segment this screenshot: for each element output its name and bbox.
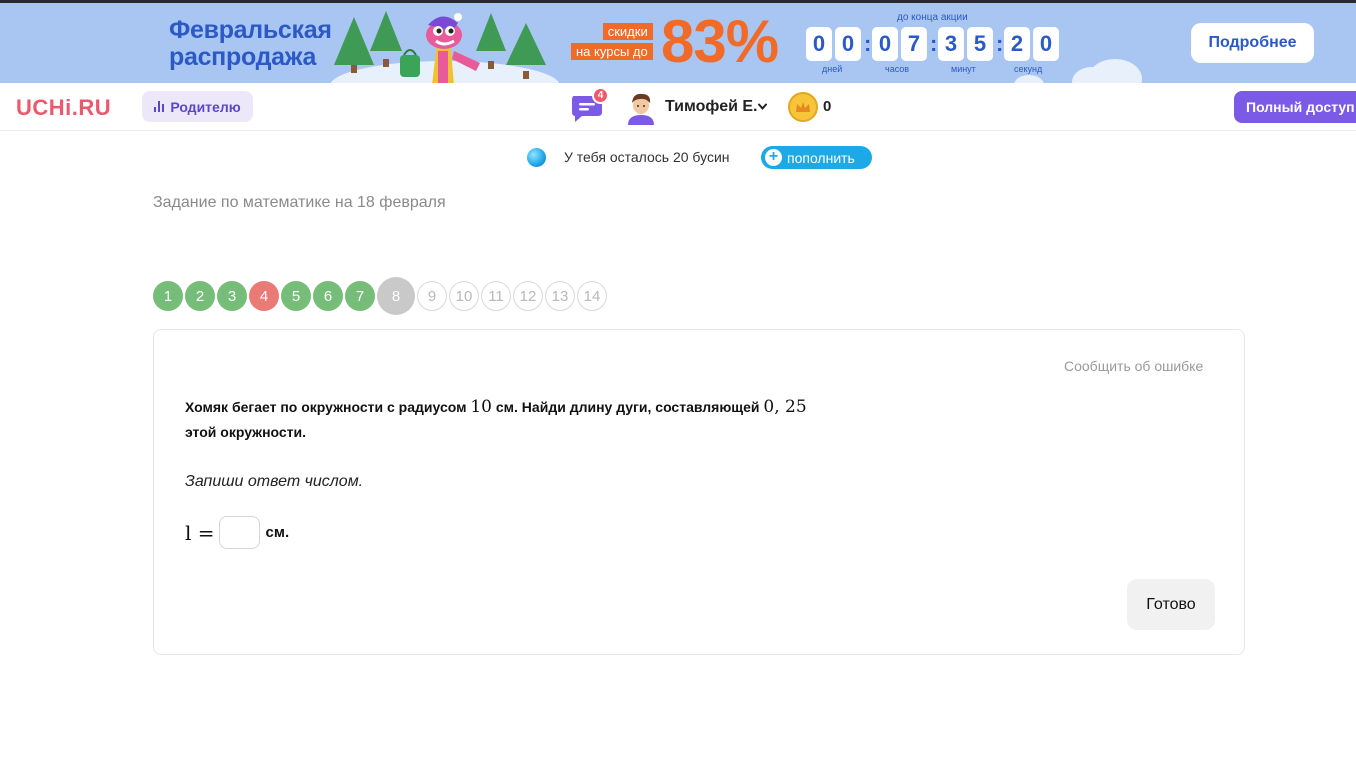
coin-count: 0 [823,98,832,115]
question-text: Хомяк бегает по окружности с радиусом 10… [185,395,885,445]
step-5[interactable]: 5 [281,281,311,311]
timer-digit: 0 [872,27,898,61]
answer-hint: Запиши ответ числом. [185,473,364,490]
timer-unit-minutes: минут [951,64,976,74]
christmas-tree-icon [506,23,546,79]
timer-digit: 0 [835,27,861,61]
timer-colon: : [996,31,1004,56]
step-11[interactable]: 11 [481,281,511,311]
user-name[interactable]: Тимофей Е. [665,98,757,116]
timer-digit: 7 [901,27,927,61]
step-2[interactable]: 2 [185,281,215,311]
beads-remaining-text: У тебя осталось 20 бусин [564,149,730,165]
timer-unit-days: дней [822,64,843,74]
banner-title-line1: Февральская [169,16,332,44]
christmas-tree-icon [334,17,374,73]
parent-button-label: Родителю [170,98,241,115]
banner-title-line2: распродажа [169,43,317,71]
task-steps: 1 2 3 4 5 6 7 8 9 10 11 12 13 14 [153,277,609,315]
step-3[interactable]: 3 [217,281,247,311]
timer-unit-seconds: секунд [1014,64,1043,74]
sale-line2: на курсы до [571,43,653,60]
done-button[interactable]: Готово [1127,579,1215,630]
task-card: Сообщить об ошибке Хомяк бегает по окруж… [153,329,1245,655]
question-radius: 10 [470,397,492,417]
more-details-button[interactable]: Подробнее [1191,23,1314,63]
plus-icon: + [765,149,782,166]
cloud-decoration [1014,75,1044,83]
question-part1: Хомяк бегает по окружности с радиусом [185,399,471,415]
question-fraction: 0, 25 [763,397,807,417]
timer-unit-hours: часов [885,64,910,74]
timer-caption: до конца акции [897,12,968,23]
full-access-button[interactable]: Полный доступ [1234,91,1356,123]
step-12[interactable]: 12 [513,281,543,311]
parent-button[interactable]: Родителю [142,91,253,122]
timer-digit: 5 [967,27,993,61]
banner-title: Февральская распродажа [169,17,332,71]
countdown-timer: 0 0 : 0 7 : 3 5 : 2 0 [806,27,1062,61]
step-4[interactable]: 4 [249,281,279,311]
uchi-logo[interactable]: UCHi.RU [16,95,111,121]
answer-input[interactable] [218,516,260,549]
task-title: Задание по математике на 18 февраля [153,194,446,211]
answer-unit: см. [265,524,290,541]
sale-tag: скидки на курсы до [571,23,653,63]
refill-button[interactable]: + пополнить [761,146,872,169]
dragon-mascot-icon [400,13,480,83]
avatar[interactable] [626,91,656,125]
coin-icon [788,92,818,122]
step-9[interactable]: 9 [417,281,447,311]
refill-label: пополнить [787,149,855,166]
step-10[interactable]: 10 [449,281,479,311]
top-navigation: UCHi.RU Родителю 4 Тимофей Е. 0 Полный д… [0,83,1356,131]
timer-digit: 2 [1004,27,1030,61]
promo-banner[interactable]: Февральская распродажа скидки на курсы д… [0,3,1356,83]
report-error-link[interactable]: Сообщить об ошибке [1064,358,1203,374]
timer-digit: 0 [1033,27,1059,61]
step-7[interactable]: 7 [345,281,375,311]
timer-digit: 0 [806,27,832,61]
timer-digit: 3 [938,27,964,61]
question-part3: этой окружности. [185,424,307,440]
chevron-down-icon[interactable] [756,100,769,113]
sale-percent: 83% [661,8,779,75]
question-part2: см. Найди длину дуги, составляющей [492,399,764,415]
stats-bars-icon [154,101,165,112]
step-14[interactable]: 14 [577,281,607,311]
chat-badge: 4 [592,87,609,104]
timer-colon: : [930,31,938,56]
step-1[interactable]: 1 [153,281,183,311]
cloud-decoration [1088,59,1142,83]
answer-row: l = см. [185,516,289,549]
step-8[interactable]: 8 [377,277,415,315]
bead-icon [527,148,546,167]
step-13[interactable]: 13 [545,281,575,311]
crown-icon [796,101,810,112]
sale-line1: скидки [602,23,653,40]
timer-colon: : [864,31,872,56]
step-6[interactable]: 6 [313,281,343,311]
answer-variable: l = [185,520,215,545]
